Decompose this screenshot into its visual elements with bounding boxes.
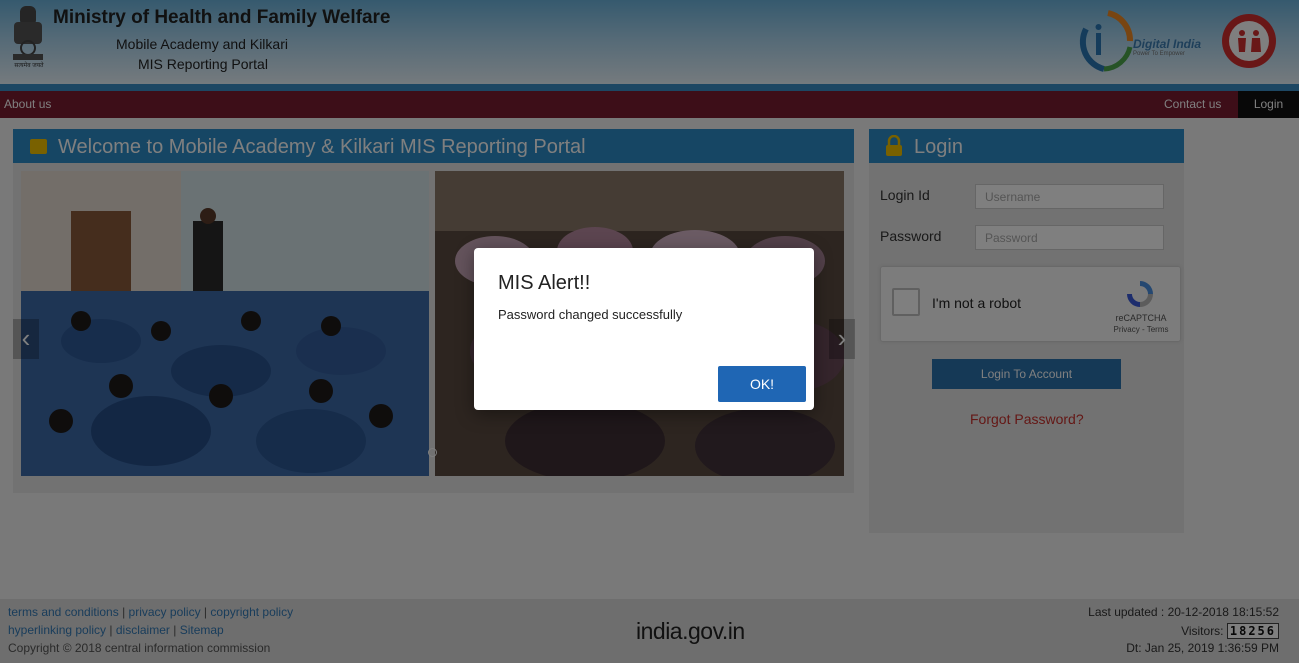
alert-title: MIS Alert!! [498, 272, 591, 294]
alert-message: Password changed successfully [498, 307, 683, 322]
alert-dialog: MIS Alert!! Password changed successfull… [474, 248, 814, 410]
alert-ok-button[interactable]: OK! [718, 366, 806, 402]
